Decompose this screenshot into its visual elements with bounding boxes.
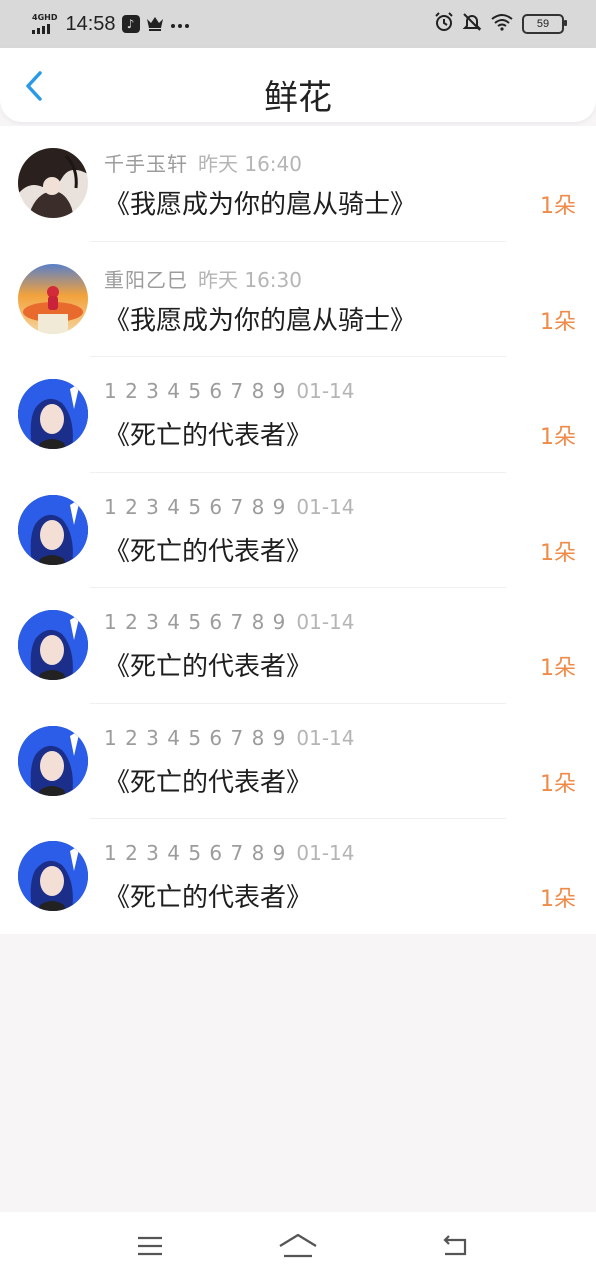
back-arrow-icon [443, 1235, 467, 1256]
item-meta: 重阳乙巳 昨天 16:30 [104, 264, 302, 293]
item-meta: 1 2 3 4 5 6 7 8 9 01-14 [104, 726, 355, 750]
book-title[interactable]: 《死亡的代表者》 [104, 762, 312, 799]
avatar[interactable] [18, 494, 88, 565]
book-title[interactable]: 《我愿成为你的扈从骑士》 [104, 300, 416, 337]
timestamp: 01-14 [296, 841, 355, 865]
list-item[interactable]: 1 2 3 4 5 6 7 8 9 01-14 《死亡的代表者》 1朵 [0, 588, 596, 704]
list-item[interactable]: 千手玉轩 昨天 16:40 《我愿成为你的扈从骑士》 1朵 [0, 126, 596, 242]
sender-name[interactable]: 1 2 3 4 5 6 7 8 9 [104, 495, 286, 519]
flower-count: 1朵 [540, 771, 576, 797]
item-meta: 1 2 3 4 5 6 7 8 9 01-14 [104, 495, 355, 519]
flower-count: 1朵 [540, 540, 576, 566]
home-button[interactable] [278, 1230, 318, 1262]
crown-icon [146, 15, 164, 34]
book-title[interactable]: 《死亡的代表者》 [104, 646, 312, 683]
more-dots-icon [170, 16, 190, 32]
book-title[interactable]: 《死亡的代表者》 [104, 415, 312, 452]
list-item[interactable]: 1 2 3 4 5 6 7 8 9 01-14 《死亡的代表者》 1朵 [0, 819, 596, 935]
book-title[interactable]: 《死亡的代表者》 [104, 877, 312, 914]
timestamp: 01-14 [296, 725, 355, 750]
list-item[interactable]: 1 2 3 4 5 6 7 8 9 01-14 《死亡的代表者》 1朵 [0, 473, 596, 588]
timestamp: 昨天 16:30 [198, 267, 302, 292]
book-title[interactable]: 《我愿成为你的扈从骑士》 [104, 184, 416, 221]
wifi-icon [490, 13, 514, 35]
flower-count: 1朵 [540, 309, 576, 335]
system-nav-bar [0, 1212, 596, 1280]
alarm-icon [434, 12, 454, 36]
list-item[interactable]: 重阳乙巳 昨天 16:30 《我愿成为你的扈从骑士》 1朵 [0, 242, 596, 357]
page-title: 鲜花 [264, 78, 332, 118]
flower-count: 1朵 [540, 887, 576, 912]
sender-name[interactable]: 1 2 3 4 5 6 7 8 9 [104, 379, 286, 403]
avatar[interactable] [18, 148, 88, 218]
tiktok-icon: ♪ [121, 15, 140, 33]
header: 鲜花 [0, 48, 596, 122]
avatar[interactable] [18, 263, 88, 334]
flower-count: 1朵 [540, 194, 576, 219]
timestamp: 01-14 [296, 610, 355, 634]
battery-icon: 59 [522, 14, 567, 34]
home-icon [279, 1233, 317, 1258]
flower-count: 1朵 [540, 425, 576, 450]
book-title[interactable]: 《死亡的代表者》 [104, 531, 312, 568]
network-label: 4GHD [32, 13, 58, 22]
avatar[interactable] [18, 725, 88, 796]
timestamp: 昨天 16:40 [198, 152, 302, 176]
status-left: 4GHD 14:58 ♪ [32, 10, 190, 38]
flower-list: 千手玉轩 昨天 16:40 《我愿成为你的扈从骑士》 1朵 重阳乙巳 昨天 16… [0, 126, 596, 934]
list-item[interactable]: 1 2 3 4 5 6 7 8 9 01-14 《死亡的代表者》 1朵 [0, 704, 596, 819]
sender-name[interactable]: 千手玉轩 [104, 152, 188, 176]
avatar[interactable] [18, 610, 88, 680]
item-meta: 1 2 3 4 5 6 7 8 9 01-14 [104, 379, 355, 403]
timestamp: 01-14 [296, 494, 355, 519]
sender-name[interactable]: 1 2 3 4 5 6 7 8 9 [104, 841, 286, 865]
avatar[interactable] [18, 379, 88, 449]
menu-button[interactable] [130, 1230, 170, 1262]
item-meta: 1 2 3 4 5 6 7 8 9 01-14 [104, 841, 355, 865]
flower-count: 1朵 [540, 656, 576, 681]
list-item[interactable]: 1 2 3 4 5 6 7 8 9 01-14 《死亡的代表者》 1朵 [0, 357, 596, 473]
status-right: 59 [434, 10, 567, 38]
mute-bell-icon [462, 12, 482, 36]
status-bar: 4GHD 14:58 ♪ 59 [0, 0, 596, 48]
clock: 14:58 [65, 12, 116, 35]
item-meta: 千手玉轩 昨天 16:40 [104, 148, 302, 177]
sender-name[interactable]: 重阳乙巳 [104, 268, 188, 292]
avatar[interactable] [18, 841, 88, 911]
sender-name[interactable]: 1 2 3 4 5 6 7 8 9 [104, 726, 286, 750]
sender-name[interactable]: 1 2 3 4 5 6 7 8 9 [104, 610, 286, 634]
timestamp: 01-14 [296, 379, 355, 403]
signal-icon: 4GHD [32, 14, 57, 34]
item-meta: 1 2 3 4 5 6 7 8 9 01-14 [104, 610, 355, 634]
menu-icon [138, 1236, 162, 1256]
back-nav-button[interactable] [434, 1230, 474, 1262]
